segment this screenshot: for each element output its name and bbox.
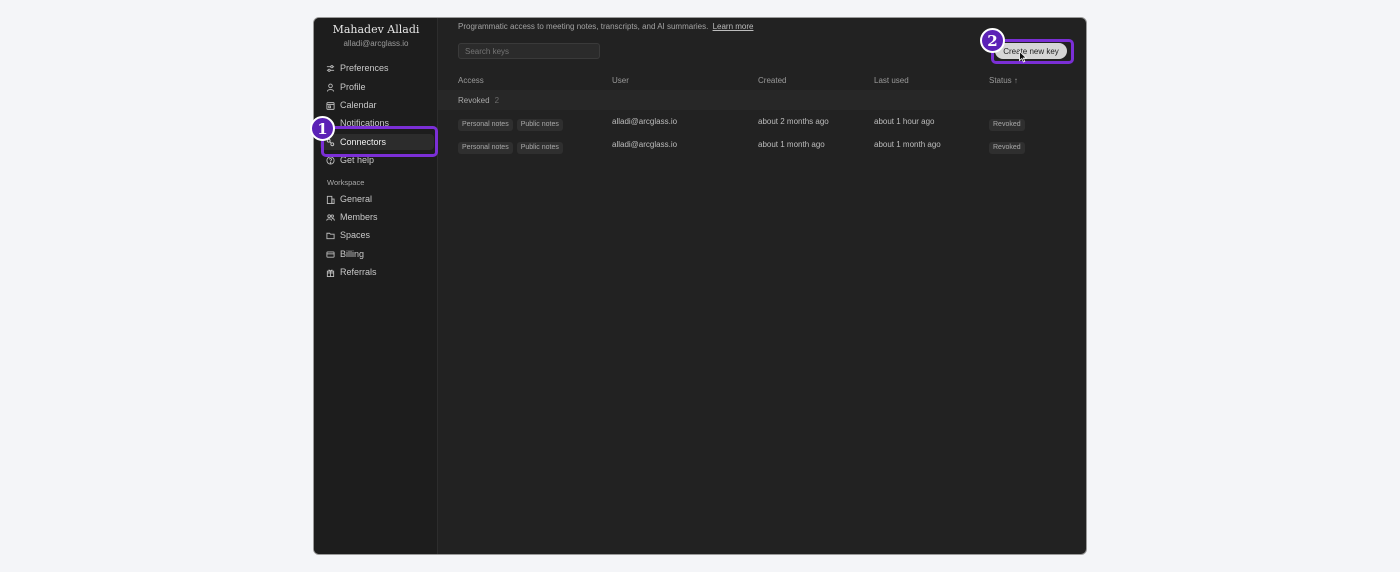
group-label: Revoked — [458, 95, 490, 105]
sidebar-item-preferences[interactable]: Preferences — [320, 60, 434, 76]
user-icon — [326, 83, 335, 92]
row-created: about 1 month ago — [758, 140, 825, 149]
sidebar-item-calendar[interactable]: Calendar — [320, 97, 434, 113]
row-created: about 2 months ago — [758, 117, 829, 126]
row-last-used: about 1 hour ago — [874, 117, 935, 126]
gift-icon — [326, 268, 335, 277]
column-header-last-used[interactable]: Last used — [874, 76, 909, 85]
sliders-icon — [326, 64, 335, 73]
members-icon — [326, 213, 335, 222]
sidebar-item-label: General — [340, 194, 373, 204]
sidebar-item-referrals[interactable]: Referrals — [320, 264, 434, 280]
learn-more-link[interactable]: Learn more — [713, 22, 754, 31]
create-new-key-button[interactable]: Create new key — [995, 43, 1067, 59]
building-icon — [326, 195, 335, 204]
sidebar-item-connectors[interactable]: Connectors — [320, 134, 434, 150]
sidebar-item-label: Billing — [340, 249, 365, 259]
intro-text: Programmatic access to meeting notes, tr… — [458, 22, 709, 31]
status-badge: Revoked — [989, 142, 1025, 154]
step-marker-2: 2 — [980, 28, 1005, 53]
group-header-revoked[interactable]: Revoked 2 — [438, 90, 1086, 110]
sidebar: Mahadev Alladi alladi@arcglass.io Prefer… — [314, 18, 438, 554]
sidebar-item-label: Calendar — [340, 100, 377, 110]
connectors-page: Programmatic access to meeting notes, tr… — [438, 18, 1086, 554]
column-header-access[interactable]: Access — [458, 76, 484, 85]
status-badge: Revoked — [989, 119, 1025, 131]
row-last-used: about 1 month ago — [874, 140, 941, 149]
sidebar-item-label: Notifications — [340, 118, 390, 128]
sidebar-item-notifications[interactable]: Notifications — [320, 115, 434, 131]
sidebar-item-label: Connectors — [340, 137, 387, 147]
access-tags: Personal notes Public notes — [458, 119, 567, 131]
column-header-created[interactable]: Created — [758, 76, 786, 85]
group-count: 2 — [494, 95, 500, 105]
card-icon — [326, 250, 335, 259]
row-status: Revoked — [989, 142, 1025, 154]
sidebar-item-spaces[interactable]: Spaces — [320, 227, 434, 243]
table-row[interactable]: Personal notes Public notes alladi@arcgla… — [438, 113, 1086, 135]
access-tag: Personal notes — [458, 119, 513, 131]
user-name: Mahadev Alladi — [332, 23, 420, 36]
sidebar-item-label: Get help — [340, 155, 375, 165]
column-header-status[interactable]: Status ↑ — [989, 76, 1018, 85]
row-user: alladi@arcglass.io — [612, 117, 678, 126]
sidebar-item-label: Profile — [340, 82, 366, 92]
mouse-cursor-icon — [1019, 51, 1027, 63]
settings-window: Mahadev Alladi alladi@arcglass.io Prefer… — [313, 17, 1087, 555]
page-description: Programmatic access to meeting notes, tr… — [458, 22, 753, 31]
sidebar-item-general[interactable]: General — [320, 191, 434, 207]
sidebar-item-label: Spaces — [340, 230, 371, 240]
workspace-section-label: Workspace — [327, 178, 365, 187]
access-tag: Personal notes — [458, 142, 513, 154]
step-marker-1: 1 — [310, 116, 335, 141]
sidebar-item-label: Members — [340, 212, 378, 222]
access-tags: Personal notes Public notes — [458, 142, 567, 154]
sidebar-item-billing[interactable]: Billing — [320, 246, 434, 262]
row-status: Revoked — [989, 119, 1025, 131]
sidebar-item-members[interactable]: Members — [320, 209, 434, 225]
table-row[interactable]: Personal notes Public notes alladi@arcgla… — [438, 136, 1086, 158]
search-input[interactable] — [458, 43, 600, 59]
sidebar-item-profile[interactable]: Profile — [320, 79, 434, 95]
access-tag: Public notes — [516, 119, 563, 131]
help-icon — [326, 155, 335, 165]
calendar-icon — [326, 101, 335, 110]
access-tag: Public notes — [516, 142, 563, 154]
row-user: alladi@arcglass.io — [612, 140, 678, 149]
folder-icon — [326, 231, 335, 240]
sidebar-item-get-help[interactable]: Get help — [320, 152, 434, 168]
sidebar-item-label: Referrals — [340, 267, 377, 277]
sidebar-item-label: Preferences — [340, 63, 389, 73]
user-email: alladi@arcglass.io — [343, 39, 409, 48]
column-header-user[interactable]: User — [612, 76, 629, 85]
